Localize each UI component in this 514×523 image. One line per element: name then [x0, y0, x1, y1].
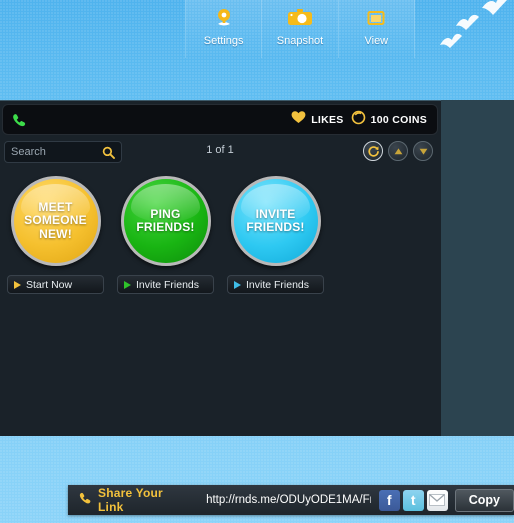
- start-now-button[interactable]: Start Now: [7, 275, 104, 294]
- share-label-group: Share Your Link: [78, 486, 190, 514]
- toolbar-item-view[interactable]: View: [339, 0, 415, 58]
- circle-line-2: SOMEONE: [24, 213, 87, 228]
- likes-label: LIKES: [311, 113, 344, 126]
- app-header-bar: LIKES 100 COINS: [2, 104, 438, 135]
- circle-label-invite-friends: INVITE FRIENDS!: [246, 206, 305, 235]
- envelope-icon[interactable]: [426, 489, 448, 511]
- share-url-text[interactable]: http://rnds.me/ODUyODE1MA/Fr: [206, 494, 371, 506]
- circle-label-meet-someone-new: MEET SOMEONE NEW!: [24, 199, 87, 241]
- start-now-label: Start Now: [26, 278, 73, 291]
- phone-icon[interactable]: [11, 112, 27, 128]
- invite-friends-button-green[interactable]: Invite Friends: [117, 275, 214, 294]
- invite-friends-button-blue[interactable]: Invite Friends: [227, 275, 324, 294]
- invite-friends-label-green: Invite Friends: [136, 278, 200, 291]
- copy-button[interactable]: Copy: [454, 488, 514, 512]
- search-and-pagination-row: 1 of 1: [2, 141, 438, 166]
- camera-icon: [287, 5, 313, 31]
- share-your-link-bar: Share Your Link http://rnds.me/ODUyODE1M…: [68, 485, 514, 515]
- card-ping-friends: PING FRIENDS! Invite Friends: [116, 176, 215, 294]
- circle-line-1: INVITE: [255, 206, 296, 221]
- circle-button-invite-friends[interactable]: INVITE FRIENDS!: [230, 176, 321, 266]
- search-icon[interactable]: [102, 146, 115, 159]
- coin-icon: [351, 110, 366, 130]
- circle-button-meet-someone-new[interactable]: MEET SOMEONE NEW!: [10, 176, 101, 266]
- share-your-link-label: Share Your Link: [98, 486, 163, 514]
- coins-label: 100 COINS: [370, 113, 427, 126]
- twitter-icon[interactable]: t: [402, 489, 424, 511]
- circle-line-1: PING: [150, 206, 181, 221]
- header-stats: LIKES 100 COINS: [291, 110, 427, 130]
- toolbar-item-settings[interactable]: Settings: [185, 0, 263, 58]
- window-icon: [365, 5, 387, 31]
- webcam-icon: [213, 5, 235, 31]
- top-toolbar: Settings Snapshot View: [185, 0, 415, 58]
- card-meet-someone-new: MEET SOMEONE NEW! Start Now: [6, 176, 105, 294]
- toolbar-label-view: View: [364, 35, 389, 47]
- search-input[interactable]: [5, 146, 93, 158]
- main-app-panel: LIKES 100 COINS 1 of 1 Search MEET SOMEO…: [0, 100, 441, 436]
- action-cards: MEET SOMEONE NEW! Start Now PING FRIENDS…: [6, 176, 325, 294]
- scroll-down-button[interactable]: [413, 141, 433, 161]
- circle-button-ping-friends[interactable]: PING FRIENDS!: [120, 176, 211, 266]
- social-share-icons: f t: [378, 489, 448, 511]
- circle-line-1: MEET: [38, 199, 73, 214]
- circle-line-2: FRIENDS!: [246, 220, 305, 234]
- likes-stat[interactable]: LIKES: [291, 110, 343, 129]
- play-triangle-icon: [124, 280, 131, 289]
- play-triangle-icon: [14, 280, 21, 289]
- scroll-up-button[interactable]: [388, 141, 408, 161]
- birds-decoration: [434, 0, 514, 60]
- navigation-buttons: [363, 141, 433, 161]
- invite-friends-label-blue: Invite Friends: [246, 278, 310, 291]
- toolbar-item-snapshot[interactable]: Snapshot: [262, 0, 339, 58]
- circle-label-ping-friends: PING FRIENDS!: [136, 206, 195, 235]
- circle-line-2: FRIENDS!: [136, 220, 195, 234]
- refresh-button[interactable]: [363, 141, 383, 161]
- card-invite-friends: INVITE FRIENDS! Invite Friends: [226, 176, 325, 294]
- right-side-panel: [441, 100, 514, 436]
- search-box[interactable]: [4, 141, 122, 163]
- toolbar-label-snapshot: Snapshot: [276, 35, 324, 47]
- coins-stat[interactable]: 100 COINS: [351, 110, 427, 130]
- play-triangle-icon: [234, 280, 241, 289]
- heart-icon: [291, 110, 306, 129]
- facebook-icon[interactable]: f: [378, 489, 400, 511]
- circle-line-3: NEW!: [39, 226, 72, 241]
- toolbar-label-settings: Settings: [203, 35, 244, 47]
- phone-icon: [78, 491, 92, 510]
